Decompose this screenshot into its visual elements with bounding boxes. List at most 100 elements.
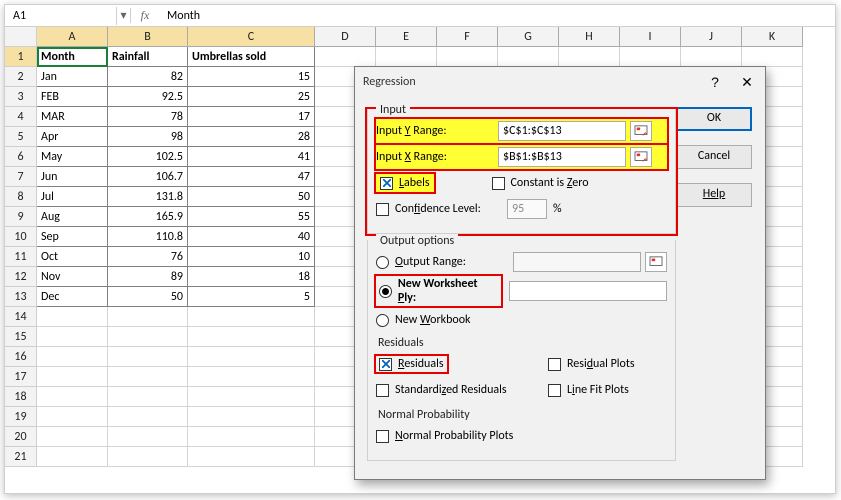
cell[interactable]	[498, 47, 559, 67]
cell[interactable]	[108, 427, 188, 447]
output-range-field[interactable]	[513, 252, 641, 272]
col-header-j[interactable]: J	[681, 27, 742, 47]
standardized-residuals-checkbox[interactable]	[376, 384, 389, 397]
row-header[interactable]: 16	[5, 347, 37, 367]
cell[interactable]	[742, 47, 803, 67]
cell[interactable]: 78	[108, 107, 188, 127]
col-header-c[interactable]: C	[188, 27, 315, 47]
input-x-range-ref-icon[interactable]	[630, 147, 652, 167]
col-header-d[interactable]: D	[315, 27, 376, 47]
col-header-h[interactable]: H	[559, 27, 620, 47]
row-header[interactable]: 7	[5, 167, 37, 187]
cell[interactable]	[188, 347, 315, 367]
col-header-e[interactable]: E	[376, 27, 437, 47]
new-worksheet-radio[interactable]	[379, 285, 392, 298]
cell[interactable]	[188, 367, 315, 387]
cell[interactable]: 131.8	[108, 187, 188, 207]
new-worksheet-field[interactable]	[509, 281, 668, 301]
row-header[interactable]: 6	[5, 147, 37, 167]
cancel-button[interactable]: Cancel	[676, 145, 752, 169]
cell[interactable]: 76	[108, 247, 188, 267]
cell[interactable]: 82	[108, 67, 188, 87]
help-icon[interactable]: ?	[705, 72, 725, 92]
row-header[interactable]: 21	[5, 447, 37, 467]
cell[interactable]: 25	[188, 87, 315, 107]
cell[interactable]: 110.8	[108, 227, 188, 247]
cell[interactable]	[37, 387, 108, 407]
cell[interactable]: 5	[188, 287, 315, 307]
col-header-f[interactable]: F	[437, 27, 498, 47]
residual-plots-checkbox[interactable]	[548, 358, 561, 371]
row-header[interactable]: 12	[5, 267, 37, 287]
name-box-dropdown-icon[interactable]: ▾	[117, 8, 131, 23]
cell[interactable]: Sep	[37, 227, 108, 247]
cell[interactable]: Month	[37, 47, 108, 67]
confidence-level-field[interactable]: 95	[507, 199, 547, 219]
row-header[interactable]: 15	[5, 327, 37, 347]
cell[interactable]	[188, 427, 315, 447]
cell[interactable]: 89	[108, 267, 188, 287]
cell[interactable]: 17	[188, 107, 315, 127]
row-header[interactable]: 11	[5, 247, 37, 267]
new-workbook-radio[interactable]	[376, 314, 389, 327]
cell[interactable]: MAR	[37, 107, 108, 127]
row-header[interactable]: 2	[5, 67, 37, 87]
cell[interactable]	[188, 387, 315, 407]
cell[interactable]	[37, 407, 108, 427]
name-box[interactable]: A1	[5, 7, 117, 25]
cell[interactable]: Jul	[37, 187, 108, 207]
cell[interactable]	[681, 47, 742, 67]
cell[interactable]	[376, 47, 437, 67]
cell[interactable]	[188, 327, 315, 347]
cell[interactable]: 106.7	[108, 167, 188, 187]
cell[interactable]: 98	[108, 127, 188, 147]
fx-icon[interactable]: fx	[131, 8, 159, 23]
row-header[interactable]: 3	[5, 87, 37, 107]
confidence-level-checkbox[interactable]	[376, 203, 389, 216]
select-all-corner[interactable]	[5, 27, 37, 47]
row-header[interactable]: 20	[5, 427, 37, 447]
cell[interactable]	[37, 427, 108, 447]
cell[interactable]	[188, 447, 315, 467]
formula-input[interactable]: Month	[159, 7, 835, 25]
help-button[interactable]: Help	[676, 183, 752, 207]
dialog-titlebar[interactable]: Regression ? ✕	[355, 67, 765, 97]
cell[interactable]: 18	[188, 267, 315, 287]
row-header[interactable]: 10	[5, 227, 37, 247]
cell[interactable]: FEB	[37, 87, 108, 107]
cell[interactable]: 40	[188, 227, 315, 247]
cell[interactable]: 47	[188, 167, 315, 187]
cell[interactable]: May	[37, 147, 108, 167]
cell[interactable]	[188, 407, 315, 427]
ok-button[interactable]: OK	[676, 107, 752, 131]
cell[interactable]	[188, 307, 315, 327]
cell[interactable]: Jun	[37, 167, 108, 187]
row-header[interactable]: 18	[5, 387, 37, 407]
cell[interactable]: 28	[188, 127, 315, 147]
cell[interactable]: Jan	[37, 67, 108, 87]
cell[interactable]: 92.5	[108, 87, 188, 107]
cell[interactable]: 41	[188, 147, 315, 167]
line-fit-plots-checkbox[interactable]	[548, 384, 561, 397]
col-header-a[interactable]: A	[37, 27, 108, 47]
col-header-i[interactable]: I	[620, 27, 681, 47]
constant-zero-checkbox[interactable]	[492, 177, 505, 190]
cell[interactable]	[108, 367, 188, 387]
cell[interactable]: Apr	[37, 127, 108, 147]
col-header-k[interactable]: K	[742, 27, 803, 47]
row-header[interactable]: 5	[5, 127, 37, 147]
cell[interactable]: Oct	[37, 247, 108, 267]
input-y-range-field[interactable]: $C$1:$C$13	[498, 121, 626, 141]
col-header-b[interactable]: B	[108, 27, 188, 47]
output-range-radio[interactable]	[376, 256, 389, 269]
cell[interactable]	[620, 47, 681, 67]
cell[interactable]: 102.5	[108, 147, 188, 167]
cell[interactable]	[108, 447, 188, 467]
close-icon[interactable]: ✕	[737, 72, 757, 92]
normal-probability-checkbox[interactable]	[376, 430, 389, 443]
row-header[interactable]: 17	[5, 367, 37, 387]
cell[interactable]	[108, 307, 188, 327]
cell[interactable]	[37, 447, 108, 467]
cell[interactable]: 50	[108, 287, 188, 307]
cell[interactable]: 15	[188, 67, 315, 87]
